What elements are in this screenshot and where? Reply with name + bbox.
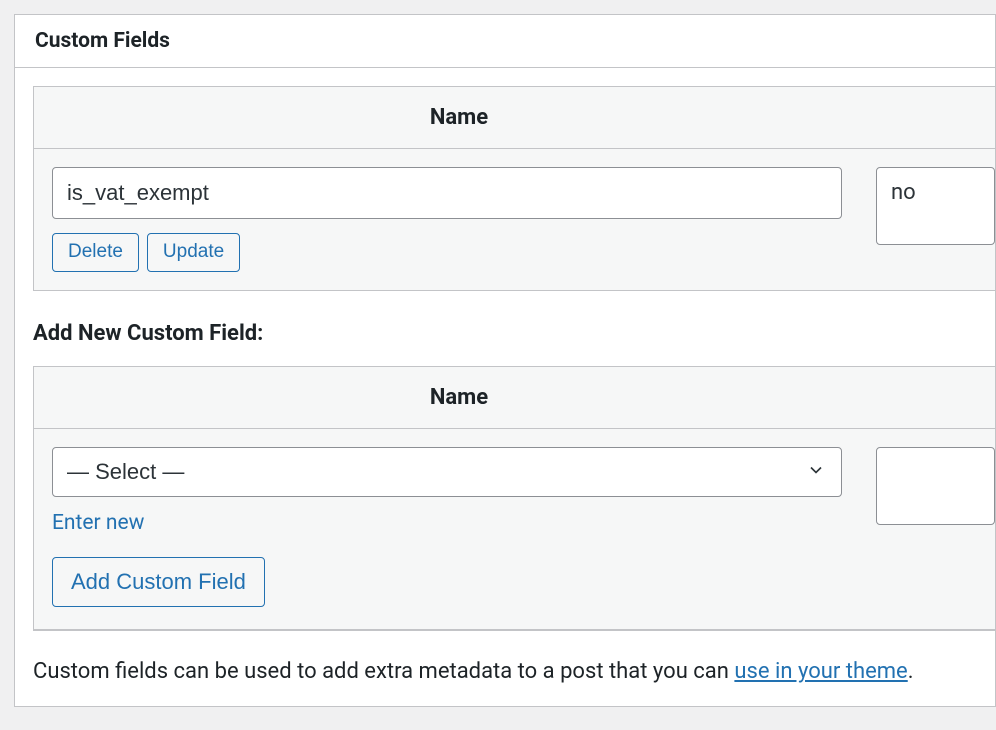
existing-fields-table: Name Delete Update no	[33, 86, 995, 291]
add-new-table: Name — Select — Enter new Add Custom Fie…	[33, 366, 995, 631]
add-custom-field-button[interactable]: Add Custom Field	[52, 557, 265, 607]
add-new-key-col: — Select — Enter new Add Custom Field	[52, 447, 842, 607]
meta-key-select[interactable]: — Select —	[52, 447, 842, 497]
existing-field-value-col: no	[876, 167, 995, 249]
add-new-heading: Add New Custom Field:	[33, 321, 995, 346]
update-button[interactable]: Update	[147, 233, 240, 272]
footer-text-after: .	[908, 659, 914, 684]
existing-fields-header-row: Name	[34, 87, 995, 149]
column-header-name: Name	[34, 87, 884, 148]
existing-field-row: Delete Update no	[34, 149, 995, 290]
metabox-title: Custom Fields	[35, 29, 975, 53]
key-select-wrap: — Select —	[52, 447, 842, 497]
add-button-wrap: Add Custom Field	[52, 557, 265, 607]
add-new-value-col	[876, 447, 995, 529]
meta-value-input[interactable]: no	[876, 167, 995, 245]
delete-button[interactable]: Delete	[52, 233, 139, 272]
column-header-name: Name	[34, 367, 884, 428]
use-in-theme-link[interactable]: use in your theme	[734, 659, 907, 684]
new-meta-value-input[interactable]	[876, 447, 995, 525]
existing-field-key-col: Delete Update	[52, 167, 842, 272]
footer-text-before: Custom fields can be used to add extra m…	[33, 659, 734, 684]
meta-key-input[interactable]	[52, 167, 842, 219]
metabox-header: Custom Fields	[15, 15, 995, 68]
enter-new-link[interactable]: Enter new	[52, 511, 144, 535]
add-new-header-row: Name	[34, 367, 995, 429]
add-new-body-row: — Select — Enter new Add Custom Field	[34, 429, 995, 630]
custom-fields-metabox: Custom Fields Name Delete Update no	[14, 14, 996, 707]
row-actions: Delete Update	[52, 233, 240, 272]
metabox-body: Name Delete Update no Add New Custom Fie…	[15, 68, 995, 706]
footer-help-text: Custom fields can be used to add extra m…	[33, 657, 995, 688]
